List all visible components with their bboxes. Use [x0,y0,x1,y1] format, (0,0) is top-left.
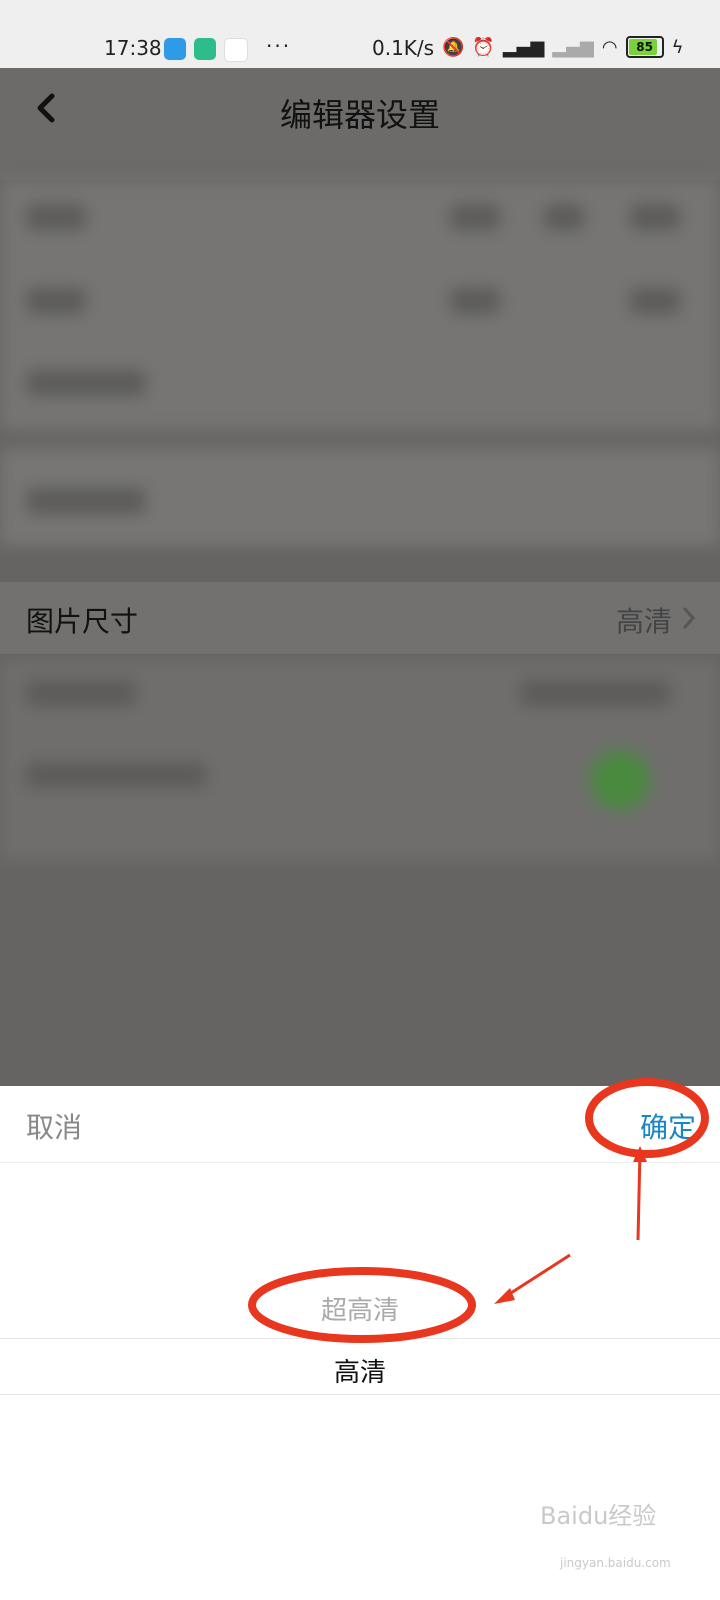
charging-icon: ϟ [671,36,684,58]
page-title: 编辑器设置 [279,96,440,134]
picker-selection-line-top [0,1338,720,1339]
app-notification-icon [164,38,186,60]
image-size-label: 图片尺寸 [26,605,139,638]
wifi-icon: ◠ [601,36,618,58]
alarm-icon: ⏰ [472,36,495,58]
chevron-right-icon [683,607,696,629]
shield-notification-icon [194,38,216,60]
image-size-value: 高清 [615,605,672,638]
more-notifications-icon: ··· [266,34,292,58]
watermark-logo: Baidu经验 [540,1502,657,1530]
notification-icons [164,38,248,62]
picker-option-ultra-hd[interactable]: 超高清 [0,1290,720,1327]
signal-hd-icon: ▂▄▆ [502,36,545,58]
sina-notification-icon [224,38,248,62]
battery-icon: 85 [625,36,664,58]
image-size-setting-row[interactable]: 图片尺寸 高清 [0,582,720,654]
status-icons: 🔕 ⏰ ▂▄▆ ▂▄▆ ◠ 85 ϟ [442,36,684,58]
cancel-button[interactable]: 取消 [26,1106,82,1146]
blurred-settings-content [0,180,720,860]
status-bar: 17:38 ··· 0.1K/s 🔕 ⏰ ▂▄▆ ▂▄▆ ◠ 85 ϟ [0,0,720,68]
watermark-url: jingyan.baidu.com [560,1556,671,1570]
battery-level: 85 [636,40,653,54]
network-speed: 0.1K/s [372,36,435,60]
header: 编辑器设置 [0,68,720,180]
confirm-button[interactable]: 确定 [640,1106,696,1146]
picker-selection-line-bottom [0,1394,720,1395]
sheet-header: 取消 确定 [0,1086,720,1163]
mute-bell-icon: 🔕 [442,36,465,58]
picker-option-hd[interactable]: 高清 [0,1352,720,1389]
status-time: 17:38 [104,36,162,60]
signal-icon: ▂▄▆ [552,36,594,58]
